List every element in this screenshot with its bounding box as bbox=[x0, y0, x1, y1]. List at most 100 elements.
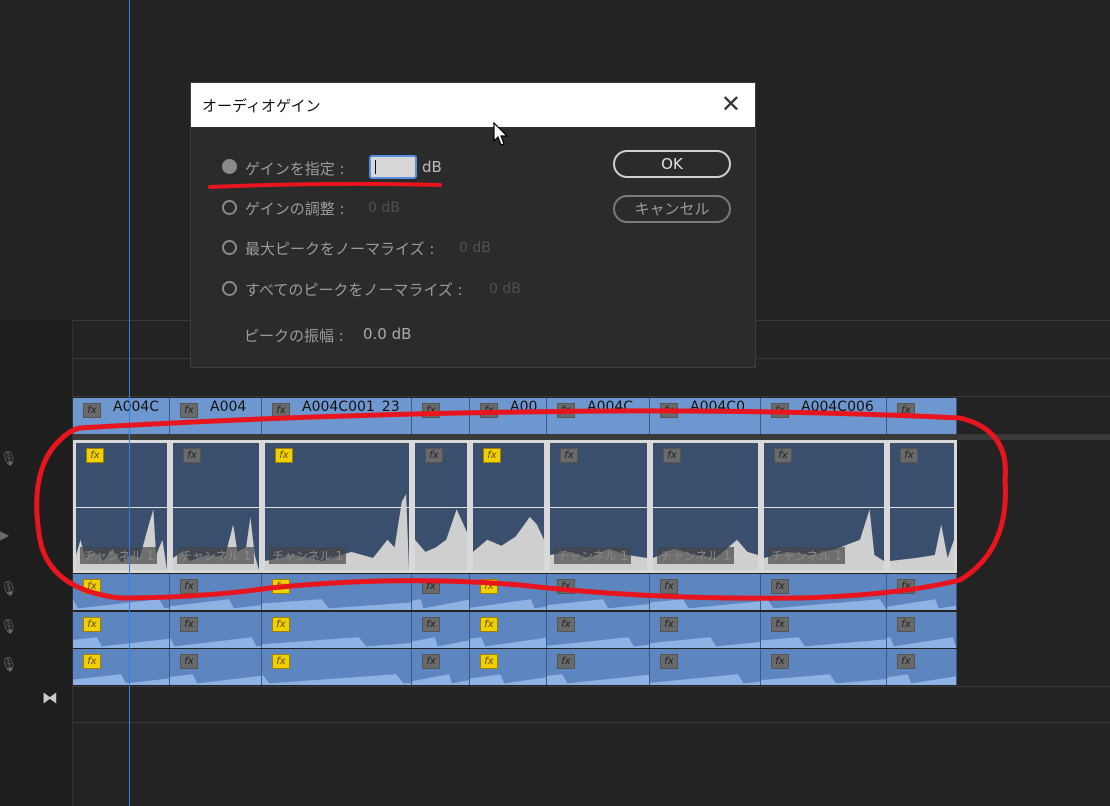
clip-name: A004C0 bbox=[690, 399, 745, 415]
dialog-title-bar: オーディオゲイン ✕ bbox=[191, 83, 755, 127]
audio-clip[interactable]: fx bbox=[73, 649, 170, 685]
audio-clip[interactable]: fx bbox=[170, 612, 262, 648]
video-clip[interactable]: fx A004C bbox=[73, 398, 170, 434]
fx-badge[interactable]: fx bbox=[183, 448, 201, 463]
audio-clip[interactable]: fx bbox=[887, 612, 957, 648]
playhead[interactable] bbox=[129, 0, 130, 806]
video-clip[interactable]: fx bbox=[412, 398, 470, 434]
cancel-button[interactable]: キャンセル bbox=[613, 195, 731, 223]
audio-clip-selected[interactable]: fx チャンネル 1 bbox=[73, 440, 170, 573]
fx-badge[interactable]: fx bbox=[560, 448, 578, 463]
play-icon[interactable]: ▶ bbox=[0, 526, 12, 544]
fx-badge[interactable]: fx bbox=[900, 448, 918, 463]
fx-badge[interactable]: fx bbox=[83, 403, 101, 418]
audio-clip[interactable]: fx bbox=[412, 612, 470, 648]
close-icon[interactable]: ✕ bbox=[721, 92, 741, 116]
mic-icon[interactable]: 🎙 bbox=[0, 656, 18, 674]
audio-waveform bbox=[412, 637, 469, 648]
audio-waveform bbox=[547, 674, 649, 685]
video-clip[interactable]: fx A004 bbox=[170, 398, 262, 434]
audio-waveform bbox=[170, 599, 261, 610]
audio-clip-selected[interactable]: fx bbox=[470, 440, 547, 573]
video-clip[interactable]: fx A004C006 bbox=[761, 398, 887, 434]
audio-waveform bbox=[470, 599, 546, 610]
audio-waveform bbox=[470, 674, 546, 685]
timeline-divider bbox=[0, 396, 1110, 397]
fx-badge[interactable]: fx bbox=[422, 403, 440, 418]
audio-gain-dialog: オーディオゲイン ✕ ゲインを指定 : dB ゲインの調整 : 0 dB 最大ピ… bbox=[191, 83, 755, 367]
fx-badge[interactable]: fx bbox=[897, 403, 915, 418]
adjust-gain-label: ゲインの調整 : bbox=[245, 200, 345, 218]
audio-clip[interactable]: fx bbox=[412, 649, 470, 685]
track-header-column bbox=[0, 320, 73, 806]
mic-icon[interactable]: 🎙 bbox=[0, 618, 18, 636]
video-clip[interactable]: fx A004C001_23 bbox=[262, 398, 412, 434]
adjust-gain-radio[interactable] bbox=[222, 200, 237, 215]
audio-waveform bbox=[650, 674, 760, 685]
normalize-all-peaks-radio[interactable] bbox=[222, 281, 237, 296]
audio-waveform bbox=[761, 674, 886, 685]
fx-badge[interactable]: fx bbox=[774, 448, 792, 463]
audio-clip[interactable]: fx bbox=[887, 574, 957, 610]
dialog-title: オーディオゲイン bbox=[202, 97, 321, 115]
audio-waveform bbox=[412, 674, 469, 685]
audio-clip[interactable]: fx bbox=[412, 574, 470, 610]
audio-waveform bbox=[547, 637, 649, 648]
fx-badge[interactable]: fx bbox=[272, 403, 290, 418]
gain-value-input[interactable] bbox=[369, 155, 417, 179]
audio-clip-selected[interactable]: fx チャンネル 1 bbox=[262, 440, 412, 573]
audio-clip[interactable]: fx bbox=[470, 649, 547, 685]
fx-badge[interactable]: fx bbox=[557, 403, 575, 418]
fx-badge[interactable]: fx bbox=[275, 448, 293, 463]
audio-clip[interactable]: fx bbox=[761, 649, 887, 685]
audio-clip[interactable]: fx bbox=[262, 649, 412, 685]
audio-waveform bbox=[170, 637, 261, 648]
channel-label: チャンネル 1 bbox=[177, 547, 255, 564]
fx-badge[interactable]: fx bbox=[425, 448, 443, 463]
video-clip[interactable]: fx A00 bbox=[470, 398, 547, 434]
audio-waveform bbox=[415, 509, 467, 570]
video-clip[interactable]: fx A004C0 bbox=[650, 398, 761, 434]
audio-clip-selected[interactable]: fx bbox=[887, 440, 957, 573]
audio-clip[interactable]: fx bbox=[262, 612, 412, 648]
audio-clip[interactable]: fx bbox=[547, 574, 650, 610]
audio-clip[interactable]: fx bbox=[650, 612, 761, 648]
fx-badge[interactable]: fx bbox=[663, 448, 681, 463]
fx-badge[interactable]: fx bbox=[483, 448, 501, 463]
fx-badge[interactable]: fx bbox=[660, 403, 678, 418]
audio-clip[interactable]: fx bbox=[73, 574, 170, 610]
ok-button[interactable]: OK bbox=[613, 150, 731, 178]
audio-clip[interactable]: fx bbox=[887, 649, 957, 685]
audio-clip[interactable]: fx bbox=[73, 612, 170, 648]
fx-badge[interactable]: fx bbox=[480, 403, 498, 418]
audio-clip[interactable]: fx bbox=[547, 612, 650, 648]
audio-clip[interactable]: fx bbox=[547, 649, 650, 685]
audio-clip[interactable]: fx bbox=[470, 574, 547, 610]
video-clip[interactable]: fx A004C bbox=[547, 398, 650, 434]
audio-clip[interactable]: fx bbox=[262, 574, 412, 610]
audio-clip[interactable]: fx bbox=[761, 612, 887, 648]
audio-clip[interactable]: fx bbox=[170, 649, 262, 685]
mic-icon[interactable]: 🎙 bbox=[0, 450, 18, 468]
audio-clip[interactable]: fx bbox=[761, 574, 887, 610]
set-gain-radio[interactable] bbox=[222, 159, 237, 174]
audio-clip[interactable]: fx bbox=[170, 574, 262, 610]
fx-badge[interactable]: fx bbox=[180, 403, 198, 418]
audio-waveform bbox=[262, 674, 411, 685]
fx-badge[interactable]: fx bbox=[86, 448, 104, 463]
audio-clip-selected[interactable]: fx チャンネル 1 bbox=[650, 440, 761, 573]
mic-icon[interactable]: 🎙 bbox=[0, 580, 18, 598]
audio-clip-selected[interactable]: fx チャンネル 1 bbox=[547, 440, 650, 573]
sync-icon[interactable]: ⧓ bbox=[42, 688, 58, 707]
audio-waveform bbox=[73, 674, 169, 685]
channel-label: チャンネル 1 bbox=[554, 547, 632, 564]
audio-clip[interactable]: fx bbox=[470, 612, 547, 648]
audio-clip[interactable]: fx bbox=[650, 649, 761, 685]
video-clip[interactable]: fx bbox=[887, 398, 957, 434]
audio-clip-selected[interactable]: fx bbox=[412, 440, 470, 573]
normalize-max-peak-radio[interactable] bbox=[222, 240, 237, 255]
audio-clip-selected[interactable]: fx チャンネル 1 bbox=[761, 440, 887, 573]
audio-clip[interactable]: fx bbox=[650, 574, 761, 610]
audio-clip-selected[interactable]: fx チャンネル 1 bbox=[170, 440, 262, 573]
fx-badge[interactable]: fx bbox=[771, 403, 789, 418]
